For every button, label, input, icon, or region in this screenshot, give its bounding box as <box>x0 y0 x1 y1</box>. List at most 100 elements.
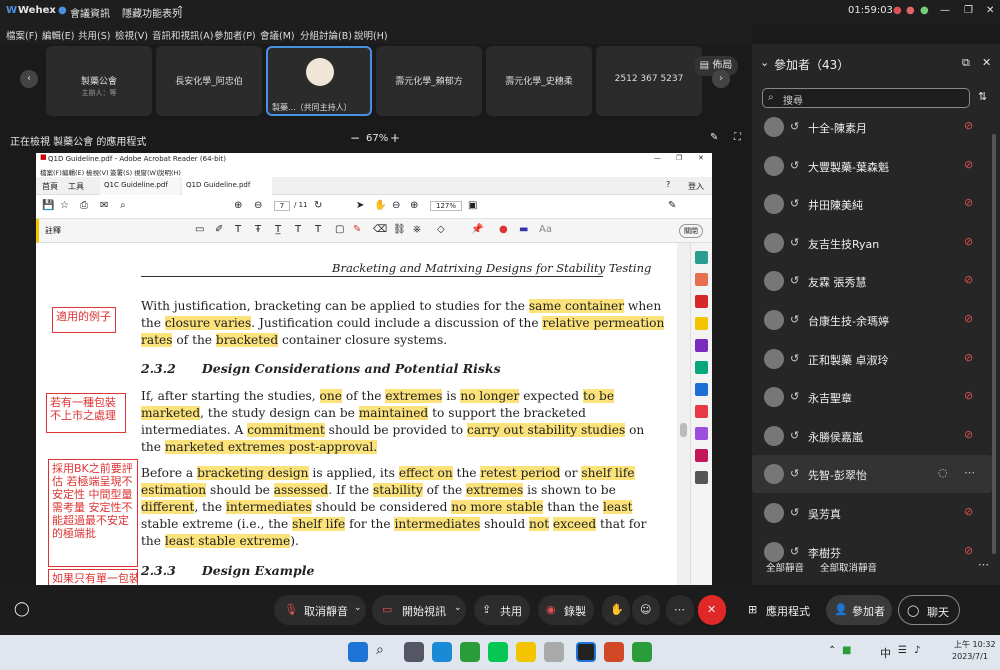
tray-chevron-icon[interactable]: ⌃ <box>828 645 836 656</box>
help-icon[interactable]: ? <box>666 180 670 189</box>
chevron-down-icon[interactable]: ⌄ <box>454 603 462 613</box>
tab-home[interactable]: 首頁 <box>42 181 58 192</box>
select-tool-icon[interactable]: ➤ <box>356 200 364 211</box>
fullscreen-icon[interactable]: ⛶ <box>734 132 741 143</box>
collapse-panel-icon[interactable]: ⌄ <box>760 56 769 69</box>
save-icon[interactable]: 💾 <box>42 200 54 211</box>
more-options-button[interactable]: ⋯ <box>666 595 694 625</box>
pdf-document[interactable]: Bracketing and Matrixing Designs for Sta… <box>36 243 676 585</box>
video-tile[interactable]: 壽元化學_史穗柔 <box>486 46 592 116</box>
sticky-note-icon[interactable]: ▭ <box>195 224 204 235</box>
text-icon[interactable]: T <box>235 224 241 235</box>
muted-mic-icon[interactable]: ⊘ <box>964 428 973 441</box>
create-pdf-icon[interactable] <box>695 295 708 308</box>
textbox2-icon[interactable]: ▢ <box>335 224 344 235</box>
acrobat-maximize-icon[interactable]: ❐ <box>676 154 682 162</box>
powerpoint-icon[interactable] <box>604 642 624 662</box>
share-button[interactable]: ⇪ 共用 <box>474 595 530 625</box>
close-icon[interactable]: ✕ <box>986 5 994 16</box>
comment-icon[interactable] <box>695 317 708 330</box>
replace-text-icon[interactable]: T̲ <box>275 224 281 235</box>
stamp-icon[interactable]: ⎈ <box>413 224 421 235</box>
menu-audio-video[interactable]: 音訊和視訊(A) <box>152 28 213 42</box>
video-tile[interactable]: 壽元化學_賴郁方 <box>376 46 482 116</box>
volume-icon[interactable]: ♪ <box>914 645 920 656</box>
menu-breakout[interactable]: 分組討論(B) <box>300 28 352 42</box>
insert-text-icon[interactable]: T <box>295 224 301 235</box>
meeting-info-button[interactable]: 會議資訊 <box>70 5 110 20</box>
webex-taskbar-icon[interactable] <box>576 642 596 662</box>
raise-hand-button[interactable]: ✋ <box>602 595 630 625</box>
participant-row[interactable]: ↺ 大豐製藥-葉森魁 ⊘ <box>752 147 992 185</box>
menu-edit[interactable]: 編輯(E) <box>42 28 74 42</box>
font-icon[interactable]: Aa <box>539 224 552 235</box>
chat-bubble-icon[interactable]: ◌ <box>938 466 948 479</box>
unmute-button[interactable]: 🎙 取消靜音 ⌄ <box>274 595 366 625</box>
strip-next-button[interactable]: › <box>712 70 730 88</box>
highlight-icon[interactable]: ✐ <box>215 224 223 235</box>
menu-help[interactable]: 說明(H) <box>354 28 388 42</box>
panel-close-icon[interactable]: ✕ <box>982 56 991 69</box>
zoom-select[interactable]: 127% <box>430 201 462 211</box>
participant-search[interactable]: ⌕ 搜尋 <box>762 88 970 108</box>
request-sign-icon[interactable] <box>695 427 708 440</box>
participant-row[interactable]: ↺ 先智-彭翠怡 ◌ ⋯ <box>752 455 992 494</box>
tab-q1d[interactable]: Q1D Guideline.pdf <box>182 177 272 195</box>
maximize-icon[interactable]: ❐ <box>964 5 973 16</box>
protect-icon[interactable] <box>695 405 708 418</box>
muted-mic-icon[interactable]: ⊘ <box>964 119 973 132</box>
muted-mic-icon[interactable]: ⊘ <box>964 389 973 402</box>
more-tools-icon[interactable] <box>695 471 708 484</box>
pencil-icon[interactable]: ✎ <box>353 224 361 235</box>
strike-icon[interactable]: Ŧ <box>255 224 261 235</box>
comment-toolbar-icon[interactable]: ✎ <box>668 200 676 211</box>
assistant-icon[interactable]: ◯ <box>14 601 30 617</box>
end-meeting-button[interactable]: ✕ <box>698 595 726 625</box>
muted-mic-icon[interactable]: ⊘ <box>964 235 973 248</box>
strip-prev-button[interactable]: ‹ <box>20 70 38 88</box>
panel-scrollbar[interactable] <box>992 134 996 554</box>
bookmark-icon[interactable]: ☆ <box>60 200 69 211</box>
participant-row[interactable]: ↺ 友霖 張秀慧 ⊘ <box>752 262 992 300</box>
annotate-icon[interactable]: ✎ <box>710 132 718 143</box>
doc-scrollbar[interactable] <box>677 243 690 585</box>
muted-mic-icon[interactable]: ⊘ <box>964 505 973 518</box>
margin-note[interactable]: 採用BK之前要評估 若極端呈現不安定性 中間型量需考量 安定性不能超過最不安定的… <box>48 459 138 567</box>
sign-in-button[interactable]: 登入 <box>688 181 704 192</box>
zoom-in-icon[interactable]: ⊕ <box>410 200 418 211</box>
participant-row[interactable]: ↺ 十全-陳素月 ⊘ <box>752 108 992 146</box>
zoom-out-button[interactable]: − <box>350 131 360 145</box>
compress-icon[interactable] <box>695 383 708 396</box>
video-tile[interactable]: 2512 367 5237 <box>596 46 702 116</box>
menu-participants[interactable]: 參加者(P) <box>214 28 256 42</box>
fill-sign-icon[interactable] <box>695 339 708 352</box>
edit-pdf-icon[interactable] <box>695 361 708 374</box>
chrome-icon[interactable] <box>460 642 480 662</box>
chevron-down-icon[interactable]: ⌄ <box>354 603 362 613</box>
search-icon[interactable]: ⌕ <box>376 642 396 662</box>
tab-q1c[interactable]: Q1C Guideline.pdf <box>100 177 180 195</box>
color-icon[interactable]: ● <box>499 224 508 235</box>
edge-icon[interactable] <box>432 642 452 662</box>
participant-row[interactable]: ↺ 台康生技-余瑪婷 ⊘ <box>752 301 992 339</box>
pin-icon[interactable]: 📌 <box>471 224 483 235</box>
participants-button[interactable]: 👤 參加者 <box>826 595 892 625</box>
chat-button[interactable]: ◯ 聊天 <box>898 595 960 625</box>
hand-tool-icon[interactable]: ✋ <box>374 200 386 211</box>
reactions-button[interactable]: ☺ <box>632 595 660 625</box>
participant-row[interactable]: ↺ 井田陳美純 ⊘ <box>752 185 992 223</box>
info-icon[interactable]: ● <box>58 5 67 16</box>
fit-page-icon[interactable]: ▣ <box>468 200 477 211</box>
tray-line-icon[interactable]: ■ <box>842 645 851 656</box>
participant-row[interactable]: ↺ 正和製藥 卓淑玲 ⊘ <box>752 340 992 378</box>
margin-note[interactable]: 若有一種包裝不上市之處理 <box>46 393 126 433</box>
muted-mic-icon[interactable]: ⊘ <box>964 544 973 557</box>
textbox-icon[interactable]: T <box>315 224 321 235</box>
popout-icon[interactable]: ⧉ <box>962 56 970 70</box>
participant-row[interactable]: ↺ 永勝侯嘉嵐 ⊘ <box>752 417 992 455</box>
ime-indicator[interactable]: 中 <box>880 645 891 661</box>
menu-file[interactable]: 檔案(F) <box>6 28 38 42</box>
link-icon[interactable]: ⛓ <box>393 224 406 235</box>
line-icon[interactable] <box>488 642 508 662</box>
rotate-icon[interactable]: ↻ <box>314 200 322 211</box>
